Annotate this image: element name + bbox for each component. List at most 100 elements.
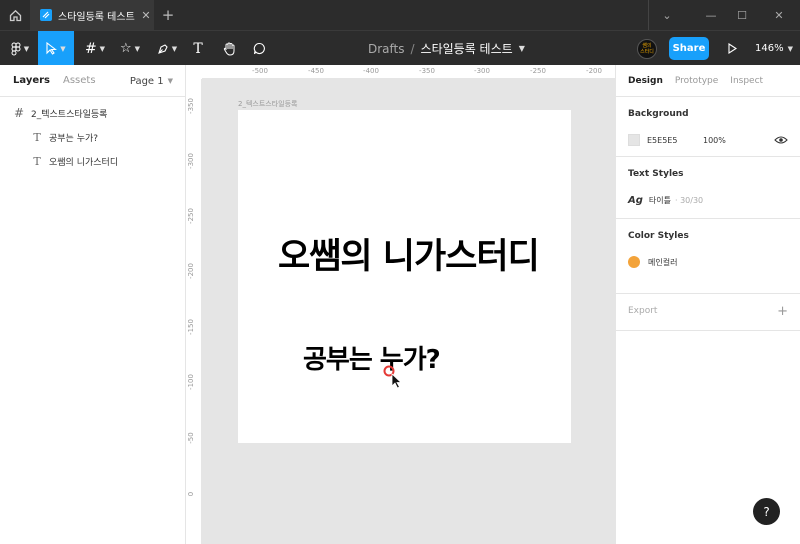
avatar-text-bottom: 스터디 [640, 49, 654, 55]
frame-tool-button[interactable]: # ▼ [80, 31, 110, 66]
ruler-tick: -400 [363, 67, 379, 75]
help-button[interactable]: ? [753, 498, 780, 525]
title-bar: 스타일등록 테스트 ✕ + ⌄ — ☐ ✕ [0, 0, 800, 30]
hand-tool-button[interactable] [219, 31, 239, 66]
toolbar: ▼ ▼ # ▼ ☆ ▼ ▼ T Drafts / 스타일등록 테스트 ▼ 쌤의 … [0, 30, 800, 66]
tab-dropdown-icon[interactable]: ⌄ [652, 0, 682, 30]
add-export-icon[interactable]: + [777, 304, 788, 319]
figma-logo-icon [11, 42, 21, 55]
chevron-down-icon: ▼ [787, 44, 793, 53]
tab-prototype[interactable]: Prototype [675, 76, 718, 86]
tab-layers[interactable]: Layers [13, 75, 50, 86]
avatar[interactable]: 쌤의 스터디 [637, 39, 657, 59]
breadcrumb-drafts[interactable]: Drafts [368, 42, 405, 56]
pen-tool-button[interactable]: ▼ [152, 31, 182, 66]
file-name[interactable]: 스타일등록 테스트 [421, 40, 513, 57]
breadcrumb: Drafts / 스타일등록 테스트 ▼ [368, 31, 525, 66]
layer-item-text[interactable]: T 오쌤의 니가스터디 [0, 149, 185, 173]
shape-tool-button[interactable]: ☆ ▼ [115, 31, 145, 66]
canvas[interactable]: 2_텍스트스타일등록 오쌤의 니가스터디 공부는 누가? [202, 79, 615, 544]
chevron-down-icon: ▼ [134, 44, 141, 53]
color-style-name: 메인컬러 [648, 257, 678, 267]
chevron-down-icon: ▼ [60, 44, 66, 53]
ruler-tick: -250 [187, 208, 195, 224]
ruler-tick: -200 [586, 67, 602, 75]
text-icon: T [33, 154, 41, 168]
play-icon [728, 43, 737, 54]
layer-item-text[interactable]: T 공부는 누가? [0, 125, 185, 149]
chevron-down-icon: ▼ [23, 44, 30, 53]
layer-name: 2_텍스트스타일등록 [31, 109, 108, 120]
tab-design[interactable]: Design [628, 76, 663, 86]
title-divider [648, 0, 649, 30]
mouse-cursor-icon [383, 365, 403, 389]
export-section: Export + [616, 294, 800, 331]
ruler-tick: -200 [187, 263, 195, 279]
tab-close-icon[interactable]: ✕ [138, 9, 154, 22]
section-title: Background [628, 109, 689, 119]
frame-label[interactable]: 2_텍스트스타일등록 [238, 99, 297, 109]
comment-tool-button[interactable] [248, 31, 270, 66]
move-tool-button[interactable]: ▼ [38, 31, 74, 66]
layer-name: 공부는 누가? [49, 133, 99, 144]
minimize-button[interactable]: — [696, 0, 726, 30]
ruler-tick: -350 [187, 98, 195, 114]
ruler-tick: -300 [474, 67, 490, 75]
chevron-down-icon[interactable]: ▼ [519, 44, 525, 53]
share-button[interactable]: Share [669, 37, 709, 60]
cursor-arrow-icon [46, 42, 58, 55]
text-style-name: 타이틀 [648, 195, 671, 205]
file-tab[interactable]: 스타일등록 테스트 ✕ [30, 0, 154, 30]
background-opacity[interactable]: 100% [703, 136, 774, 145]
chevron-down-icon: ▼ [171, 44, 178, 53]
chevron-down-icon: ▼ [167, 77, 173, 85]
main-menu-button[interactable]: ▼ [4, 31, 36, 66]
design-panel: Design Prototype Inspect Background E5E5… [615, 65, 800, 544]
tab-assets[interactable]: Assets [63, 75, 96, 86]
background-section: Background E5E5E5 100% [616, 97, 800, 157]
breadcrumb-separator: / [410, 41, 415, 56]
text-style-icon: Ag [628, 194, 643, 206]
zoom-dropdown[interactable]: 146% ▼ [755, 31, 793, 66]
maximize-button[interactable]: ☐ [727, 0, 757, 30]
page-name: Page 1 [129, 75, 164, 87]
color-style-item[interactable]: 메인컬러 [628, 255, 788, 269]
canvas-text-title[interactable]: 오쌤의 니가스터디 [278, 228, 540, 279]
color-swatch [628, 256, 640, 268]
ruler-tick: -450 [308, 67, 324, 75]
layer-item-frame[interactable]: # 2_텍스트스타일등록 [0, 101, 185, 125]
pen-icon [157, 43, 168, 54]
background-row: E5E5E5 100% [628, 133, 788, 147]
home-icon [9, 9, 21, 21]
comment-icon [253, 42, 265, 55]
home-button[interactable] [0, 0, 30, 30]
ruler-tick: -150 [187, 319, 195, 335]
text-tool-button[interactable]: T [188, 31, 208, 66]
canvas-text-subtitle[interactable]: 공부는 누가? [303, 339, 441, 376]
text-style-meta: · 30/30 [675, 195, 704, 205]
export-title: Export [628, 306, 658, 316]
layer-name: 오쌤의 니가스터디 [49, 157, 119, 168]
right-panel-tabs: Design Prototype Inspect [616, 65, 800, 97]
background-swatch[interactable] [628, 134, 640, 146]
present-button[interactable] [722, 31, 742, 66]
ruler-horizontal: -500 -450 -400 -350 -300 -250 -200 [202, 65, 615, 79]
ruler-tick: -50 [187, 432, 195, 444]
frame-icon: # [13, 106, 25, 120]
text-style-item[interactable]: Ag 타이틀 · 30/30 [628, 193, 788, 207]
background-hex[interactable]: E5E5E5 [647, 136, 703, 145]
hand-icon [223, 41, 234, 56]
tab-inspect[interactable]: Inspect [730, 76, 763, 86]
text-icon: T [33, 130, 41, 144]
new-tab-button[interactable]: + [158, 0, 178, 30]
zoom-level: 146% [755, 43, 784, 54]
text-styles-section: Text Styles Ag 타이틀 · 30/30 [616, 157, 800, 219]
color-styles-section: Color Styles 메인컬러 [616, 219, 800, 294]
page-selector[interactable]: Page 1 ▼ [130, 65, 173, 97]
text-tool-icon: T [193, 40, 203, 57]
ruler-tick: 0 [187, 491, 195, 497]
ruler-tick: -250 [530, 67, 546, 75]
frame[interactable]: 오쌤의 니가스터디 공부는 누가? [238, 110, 571, 443]
eye-icon[interactable] [774, 135, 788, 145]
close-window-button[interactable]: ✕ [764, 0, 794, 30]
